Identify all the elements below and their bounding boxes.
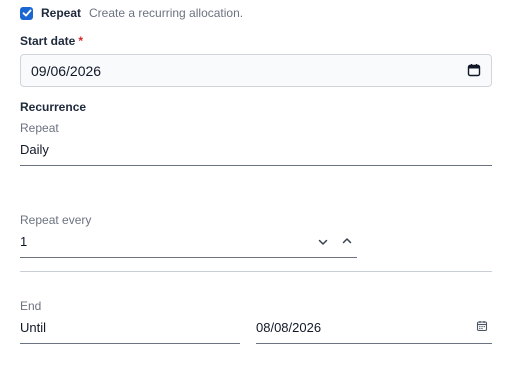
required-marker: *: [78, 34, 84, 48]
section-divider: [20, 271, 492, 272]
repeat-every-label: Repeat every: [20, 213, 92, 227]
repeat-frequency-select[interactable]: Daily: [20, 142, 49, 157]
repeat-toggle-row: Repeat Create a recurring allocation.: [20, 5, 243, 21]
chevron-down-icon[interactable]: [317, 236, 329, 248]
start-date-label-text: Start date: [20, 34, 76, 48]
repeat-frequency-label: Repeat: [20, 121, 59, 135]
end-date-input[interactable]: 08/08/2026: [256, 320, 321, 335]
recurring-allocation-form: Repeat Create a recurring allocation. St…: [0, 0, 507, 369]
end-mode-select[interactable]: Until: [20, 320, 46, 335]
start-date-value: 09/06/2026: [31, 62, 102, 79]
end-date-calendar-icon[interactable]: [476, 320, 488, 332]
start-date-label: Start date *: [20, 34, 83, 48]
check-icon: [22, 9, 31, 17]
calendar-icon[interactable]: [467, 63, 481, 77]
repeat-every-input[interactable]: 1: [20, 234, 27, 249]
recurrence-title: Recurrence: [20, 100, 87, 114]
start-date-input[interactable]: 09/06/2026: [20, 54, 492, 87]
repeat-help-text: Create a recurring allocation.: [89, 6, 244, 20]
repeat-frequency-underline: [20, 165, 492, 166]
repeat-every-underline: [20, 257, 357, 258]
end-date-underline: [256, 343, 492, 344]
end-label: End: [20, 299, 42, 313]
repeat-checkbox-label[interactable]: Repeat: [41, 6, 81, 20]
end-mode-underline: [20, 343, 240, 344]
chevron-up-icon[interactable]: [341, 235, 353, 247]
repeat-checkbox[interactable]: [20, 6, 33, 20]
